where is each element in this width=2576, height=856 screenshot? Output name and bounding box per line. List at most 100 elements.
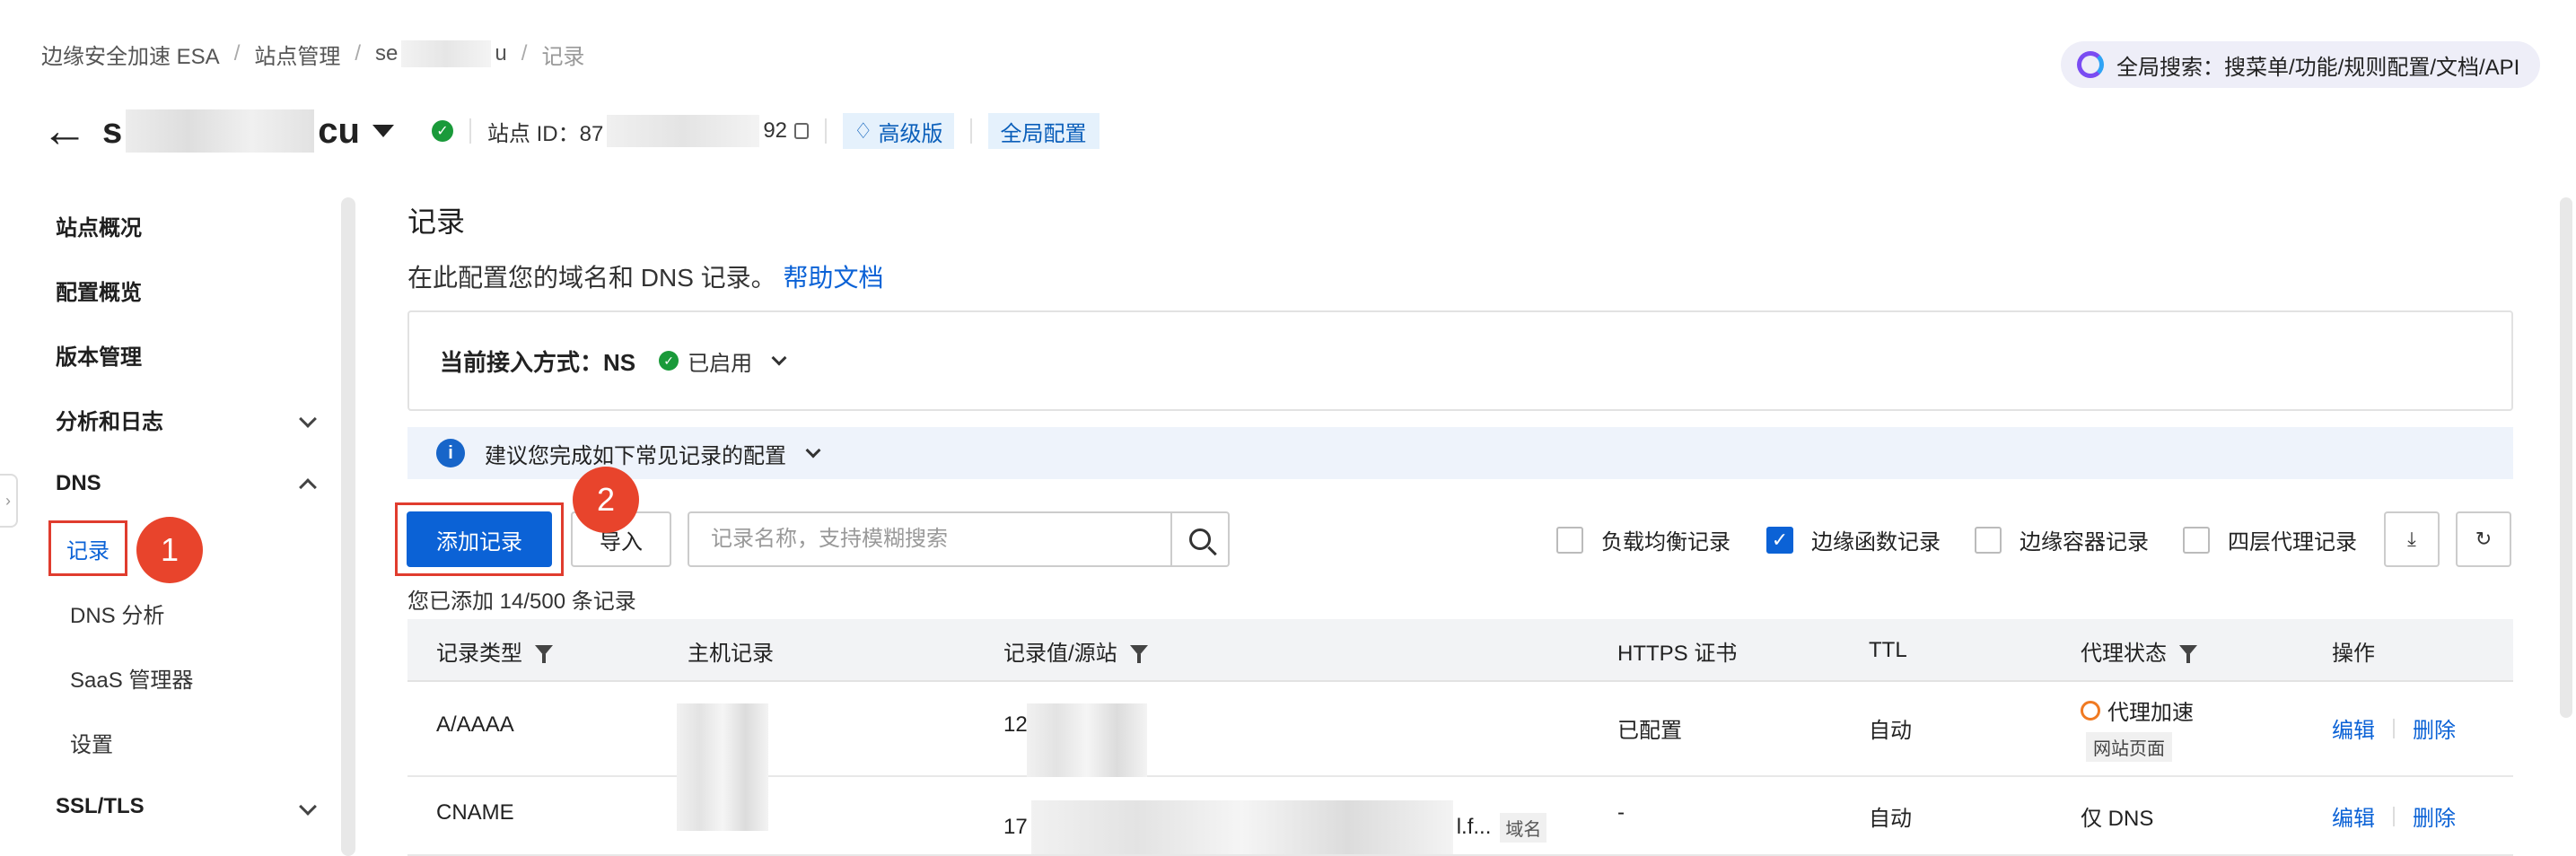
filter-label: 边缘容器记录 (2020, 530, 2149, 555)
site-name-suffix: cu (318, 110, 360, 151)
checkbox-unchecked-icon[interactable] (2183, 526, 2210, 554)
records-table-header: 记录类型 主机记录 记录值/源站 HTTPS 证书 TTL 代理状态 操作 (407, 619, 2513, 682)
filter-layer4-proxy[interactable]: 四层代理记录 (2183, 524, 2357, 555)
add-record-button[interactable]: 添加记录 (407, 511, 552, 567)
checkbox-checked-icon[interactable]: ✓ (1766, 526, 1793, 554)
redacted-record-value (1027, 703, 1147, 777)
cell-https: 已配置 (1617, 719, 1682, 743)
description-text: 在此配置您的域名和 DNS 记录。 (407, 264, 776, 292)
sidebar-item-settings[interactable]: 设置 (70, 726, 113, 758)
domain-tag: 域名 (1500, 812, 1547, 843)
sidebar-item-label: DNS 分析 (70, 603, 165, 628)
access-mode-panel: 当前接入方式：NS ✓ 已启用 (407, 310, 2513, 411)
filter-edge-function[interactable]: ✓ 边缘函数记录 (1766, 524, 1941, 555)
records-toolbar: 添加记录 导入 负载均衡记录 ✓ 边缘函数记录 边缘容器记录 四层代理记录 ⤓ … (395, 502, 2522, 576)
site-selector[interactable]: s cu (102, 109, 394, 153)
filter-icon[interactable] (2179, 645, 2197, 663)
proxy-subtag-text: 网站页面 (2086, 732, 2172, 762)
download-button[interactable]: ⤓ (2384, 511, 2440, 567)
breadcrumb-site-suffix[interactable]: u (495, 41, 506, 66)
edit-link[interactable]: 编辑 (2332, 712, 2375, 744)
redacted-host-record (677, 777, 768, 831)
breadcrumb-site-management[interactable]: 站点管理 (254, 39, 340, 70)
breadcrumb-site-prefix[interactable]: se (375, 41, 398, 66)
proxy-accelerate-icon (2081, 700, 2100, 721)
record-search-input[interactable] (688, 511, 1172, 567)
sidebar-item-analytics-logs[interactable]: 分析和日志 (56, 403, 321, 435)
column-label: 记录类型 (436, 641, 522, 666)
back-arrow-icon[interactable]: ← (41, 108, 88, 154)
sidebar-item-dns[interactable]: DNS (56, 467, 321, 500)
sidebar-item-label: 设置 (70, 732, 113, 757)
column-label: 主机记录 (688, 641, 774, 666)
divider (969, 118, 972, 144)
plan-tag: ♢ 高级版 (843, 113, 954, 149)
cell-actions: 编辑 删除 (2332, 800, 2456, 832)
sidebar-item-label: 记录 (66, 538, 110, 563)
redacted-record-value (1030, 800, 1453, 854)
record-value-suffix: l.f... (1456, 815, 1492, 839)
sidebar-scrollbar[interactable] (341, 197, 355, 856)
record-value-prefix: 17 (1003, 815, 1028, 839)
sidebar-item-records[interactable]: 记录 (48, 520, 127, 576)
divider (2393, 718, 2395, 738)
site-id-suffix: 92 (763, 118, 788, 143)
copy-icon[interactable] (794, 123, 810, 139)
checkbox-unchecked-icon[interactable] (1556, 526, 1583, 554)
add-record-highlight: 添加记录 (395, 502, 564, 576)
site-name-prefix: s (102, 110, 123, 151)
search-button[interactable] (1170, 511, 1230, 567)
delete-link[interactable]: 删除 (2413, 800, 2456, 832)
breadcrumb-esa[interactable]: 边缘安全加速 ESA (41, 39, 220, 70)
cell-record-value: 17 l.f... 域名 (1003, 800, 1547, 854)
main-scrollbar[interactable] (2560, 197, 2572, 718)
help-doc-link[interactable]: 帮助文档 (783, 264, 883, 292)
delete-link[interactable]: 删除 (2413, 712, 2456, 744)
page-description: 在此配置您的域名和 DNS 记录。 帮助文档 (407, 258, 883, 294)
sidebar-item-saas-manager[interactable]: SaaS 管理器 (70, 661, 193, 694)
checkbox-unchecked-icon[interactable] (1975, 526, 2002, 554)
sidebar-item-ssl-tls[interactable]: SSL/TLS (56, 790, 321, 823)
redacted-host-record (677, 703, 768, 777)
breadcrumb-sep: / (233, 41, 241, 66)
filter-icon[interactable] (1129, 645, 1148, 663)
download-icon: ⤓ (2407, 528, 2416, 550)
annotation-badge-1: 1 (136, 517, 203, 583)
sidebar-collapse-handle[interactable]: › (0, 474, 18, 528)
sidebar-item-label: 分析和日志 (56, 409, 163, 434)
global-search[interactable]: 全局搜索：搜菜单/功能/规则配置/文档/API (2061, 41, 2540, 88)
proxy-status-text: 代理加速 (2107, 701, 2194, 725)
cell-https: - (1617, 800, 1625, 825)
check-circle-icon: ✓ (431, 120, 453, 142)
refresh-icon: ↻ (2475, 528, 2493, 550)
cell-proxy-status: 仅 DNS (2081, 807, 2154, 831)
chevron-down-icon (805, 442, 821, 459)
chevron-right-icon: › (5, 491, 11, 510)
search-logo-icon (2077, 51, 2104, 78)
filter-edge-container[interactable]: 边缘容器记录 (1975, 524, 2149, 555)
access-status[interactable]: ✓ 已启用 (659, 345, 787, 377)
cell-actions: 编辑 删除 (2332, 712, 2456, 744)
edit-link[interactable]: 编辑 (2332, 800, 2375, 832)
cell-proxy-status: 代理加速 (2081, 694, 2194, 726)
chevron-up-icon (299, 478, 317, 496)
recommendation-tip[interactable]: i 建议您完成如下常见记录的配置 (407, 427, 2513, 479)
refresh-button[interactable]: ↻ (2456, 511, 2511, 567)
sidebar-item-dns-analytics[interactable]: DNS 分析 (70, 597, 164, 629)
cell-ttl: 自动 (1869, 719, 1912, 743)
sidebar-item-version-management[interactable]: 版本管理 (56, 338, 321, 371)
cell-record-type: CNAME (436, 800, 514, 825)
filter-load-balancing[interactable]: 负载均衡记录 (1556, 524, 1730, 555)
record-count: 您已添加 14/500 条记录 (407, 590, 636, 614)
filter-icon[interactable] (535, 645, 553, 663)
column-label: 操作 (2332, 641, 2375, 666)
sidebar-item-config-overview[interactable]: 配置概览 (56, 274, 321, 306)
column-record-value: 记录值/源站 (1003, 619, 1148, 682)
filter-label: 负载均衡记录 (1601, 530, 1730, 555)
sidebar-item-label: 版本管理 (56, 345, 142, 370)
column-actions: 操作 (2332, 619, 2375, 682)
global-config-button[interactable]: 全局配置 (987, 113, 1100, 149)
column-label: 代理状态 (2081, 641, 2167, 666)
sidebar-item-site-overview[interactable]: 站点概况 (56, 209, 321, 241)
search-icon (1189, 528, 1211, 550)
